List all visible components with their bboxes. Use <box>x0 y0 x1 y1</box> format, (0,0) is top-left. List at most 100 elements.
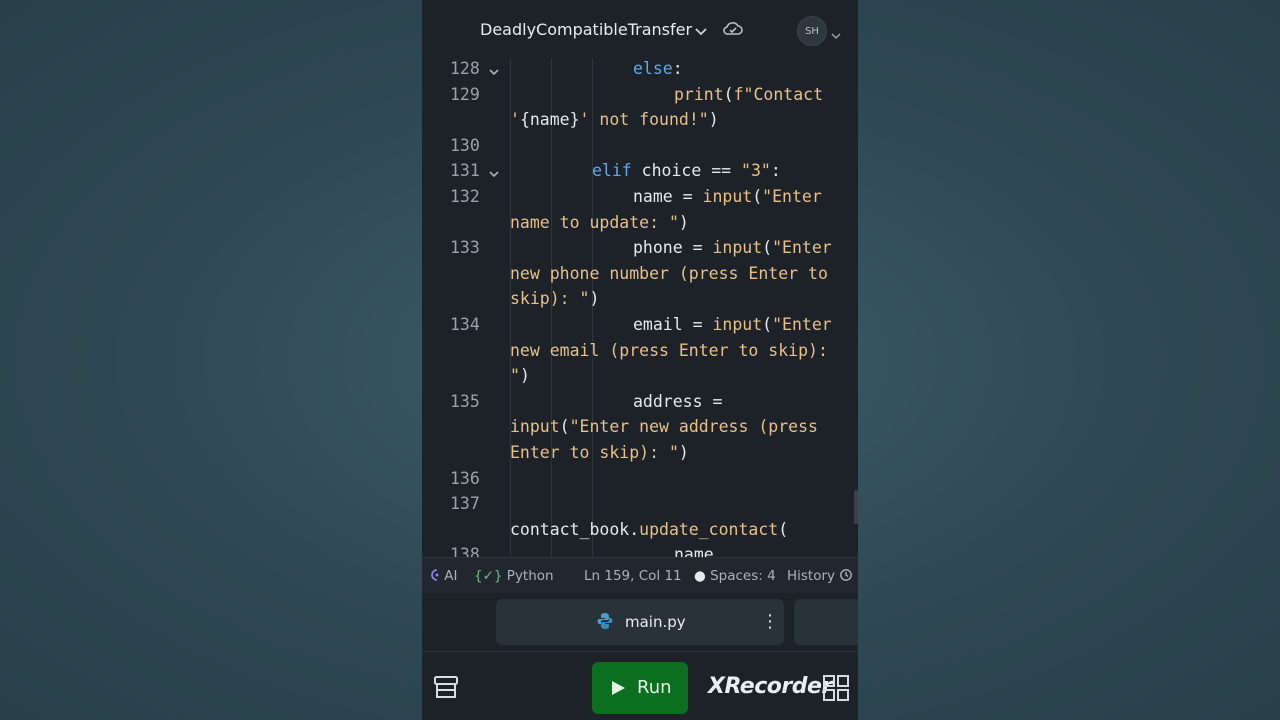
code-text: phone = input("Enter <box>633 235 832 261</box>
code-line[interactable]: 129 print(f"Contact '{name}' not found!") <box>422 82 858 133</box>
code-line[interactable]: 133 phone = input("Enter new phone number … <box>422 235 858 312</box>
recorder-watermark: XRecorder <box>708 674 832 699</box>
code-token: elif <box>592 161 632 181</box>
replit-mobile-app: DeadlyCompatibleTransfer SH 128 else: 129 p… <box>422 0 858 720</box>
apps-grid-icon[interactable] <box>822 674 850 706</box>
code-line[interactable]: 128 else: <box>422 58 858 82</box>
code-token: "Enter <box>762 187 822 206</box>
history-icon <box>840 569 853 581</box>
play-icon <box>610 680 626 700</box>
code-token: ) <box>519 366 530 386</box>
indent-setting[interactable]: ● Spaces: 4 <box>694 568 776 584</box>
code-token: name to update: " <box>510 212 679 232</box>
code-token: ( <box>778 519 789 539</box>
code-text: elif choice == "3": <box>592 158 781 184</box>
line-number: 132 <box>450 187 480 206</box>
code-token: address = <box>633 391 723 411</box>
repl-title[interactable]: DeadlyCompatibleTransfer <box>480 20 692 39</box>
tab-label: main.py <box>625 613 686 631</box>
code-token: input <box>510 417 560 437</box>
code-token: else <box>633 59 673 78</box>
code-text: ") <box>510 363 530 389</box>
language-label: Python <box>506 568 554 584</box>
code-token: phone = <box>633 238 713 258</box>
line-number: 135 <box>450 391 480 411</box>
code-token: ) <box>708 110 719 130</box>
run-button[interactable]: Run <box>592 662 688 714</box>
code-token: ( <box>762 238 773 258</box>
code-token: ( <box>762 315 773 334</box>
line-number: 130 <box>450 135 480 155</box>
code-token: : <box>672 59 683 78</box>
chevron-down-icon[interactable] <box>831 25 841 44</box>
code-token: input <box>712 315 763 334</box>
cloud-sync-icon[interactable] <box>723 20 743 42</box>
code-text: new email (press Enter to skip): <box>510 338 828 364</box>
code-token: input <box>712 238 763 258</box>
code-token: " <box>510 366 520 386</box>
code-line[interactable]: 135 address = input("Enter new address (pr… <box>422 389 858 466</box>
code-token: {name} <box>519 110 580 130</box>
chevron-down-icon[interactable] <box>694 22 708 41</box>
code-text: name <box>674 542 714 557</box>
code-text: print(f"Contact <box>674 82 823 108</box>
code-token: ( <box>752 187 763 206</box>
code-editor[interactable]: 128 else: 129 print(f"Contact '{name}' not f… <box>422 58 858 557</box>
avatar[interactable]: SH <box>797 16 827 46</box>
code-token: name <box>674 545 714 557</box>
code-braces-icon: {✓} <box>474 568 503 584</box>
code-token: f"Contact <box>733 84 824 104</box>
code-text: Enter to skip): ") <box>510 440 689 466</box>
code-token: update_contact <box>639 519 779 539</box>
tab-main-py[interactable]: main.py ⋮ <box>496 599 784 645</box>
code-token: name = <box>633 187 703 206</box>
tab-next[interactable] <box>794 599 858 645</box>
code-token: "Enter <box>772 238 832 258</box>
code-token: print <box>674 84 724 104</box>
code-text: else: <box>633 58 683 82</box>
code-token: input <box>702 187 753 206</box>
code-text: new phone number (press Enter to <box>510 261 828 287</box>
code-text: address = <box>633 389 722 415</box>
code-token: email = <box>633 315 713 334</box>
top-bar: DeadlyCompatibleTransfer SH <box>422 0 858 59</box>
code-token: ' <box>510 110 520 130</box>
line-number: 134 <box>450 315 480 334</box>
bottom-toolbar: Run XRecorder <box>422 652 858 720</box>
status-bar: AI {✓} Python Ln 159, Col 11 ● Spaces: 4… <box>422 557 858 594</box>
scrollbar-thumb[interactable] <box>854 490 858 524</box>
more-options-icon[interactable]: ⋮ <box>761 611 779 632</box>
code-token: ( <box>559 417 570 437</box>
code-token: Enter to skip): " <box>510 442 679 462</box>
file-tabs: main.py ⋮ <box>422 593 858 652</box>
language-indicator[interactable]: {✓} Python <box>474 568 554 584</box>
code-line[interactable]: 136 <box>422 466 858 492</box>
python-icon <box>596 612 614 634</box>
code-text: input("Enter new address (press <box>510 414 818 440</box>
line-number: 137 <box>450 494 480 514</box>
code-token: choice == <box>631 161 742 181</box>
code-token: skip): " <box>510 289 590 309</box>
ai-button[interactable]: AI <box>429 568 458 584</box>
files-icon[interactable] <box>433 675 459 703</box>
history-button[interactable]: History <box>787 568 853 584</box>
code-token: new phone number (press Enter to <box>510 263 828 283</box>
code-text: contact_book.update_contact( <box>510 517 788 543</box>
cursor-position[interactable]: Ln 159, Col 11 <box>584 568 682 584</box>
code-line[interactable]: 138 name <box>422 542 858 557</box>
line-number: 131 <box>450 161 480 181</box>
code-text: '{name}' not found!") <box>510 107 719 133</box>
code-line[interactable]: 131 elif choice == "3": <box>422 158 858 184</box>
code-line[interactable]: 137 contact_book.update_contact( <box>422 491 858 542</box>
code-text: name = input("Enter <box>633 184 822 210</box>
code-line[interactable]: 130 <box>422 133 858 159</box>
code-token: "Enter <box>772 315 832 334</box>
code-token: ( <box>723 84 734 104</box>
line-number: 136 <box>450 468 480 488</box>
ai-icon <box>431 569 439 581</box>
code-token: ) <box>589 289 600 309</box>
code-line[interactable]: 134 email = input("Enter new email (press … <box>422 312 858 389</box>
code-line[interactable]: 132 name = input("Enter name to update: ") <box>422 184 858 235</box>
ai-label: AI <box>444 568 458 584</box>
dot-icon: ● <box>694 568 706 584</box>
